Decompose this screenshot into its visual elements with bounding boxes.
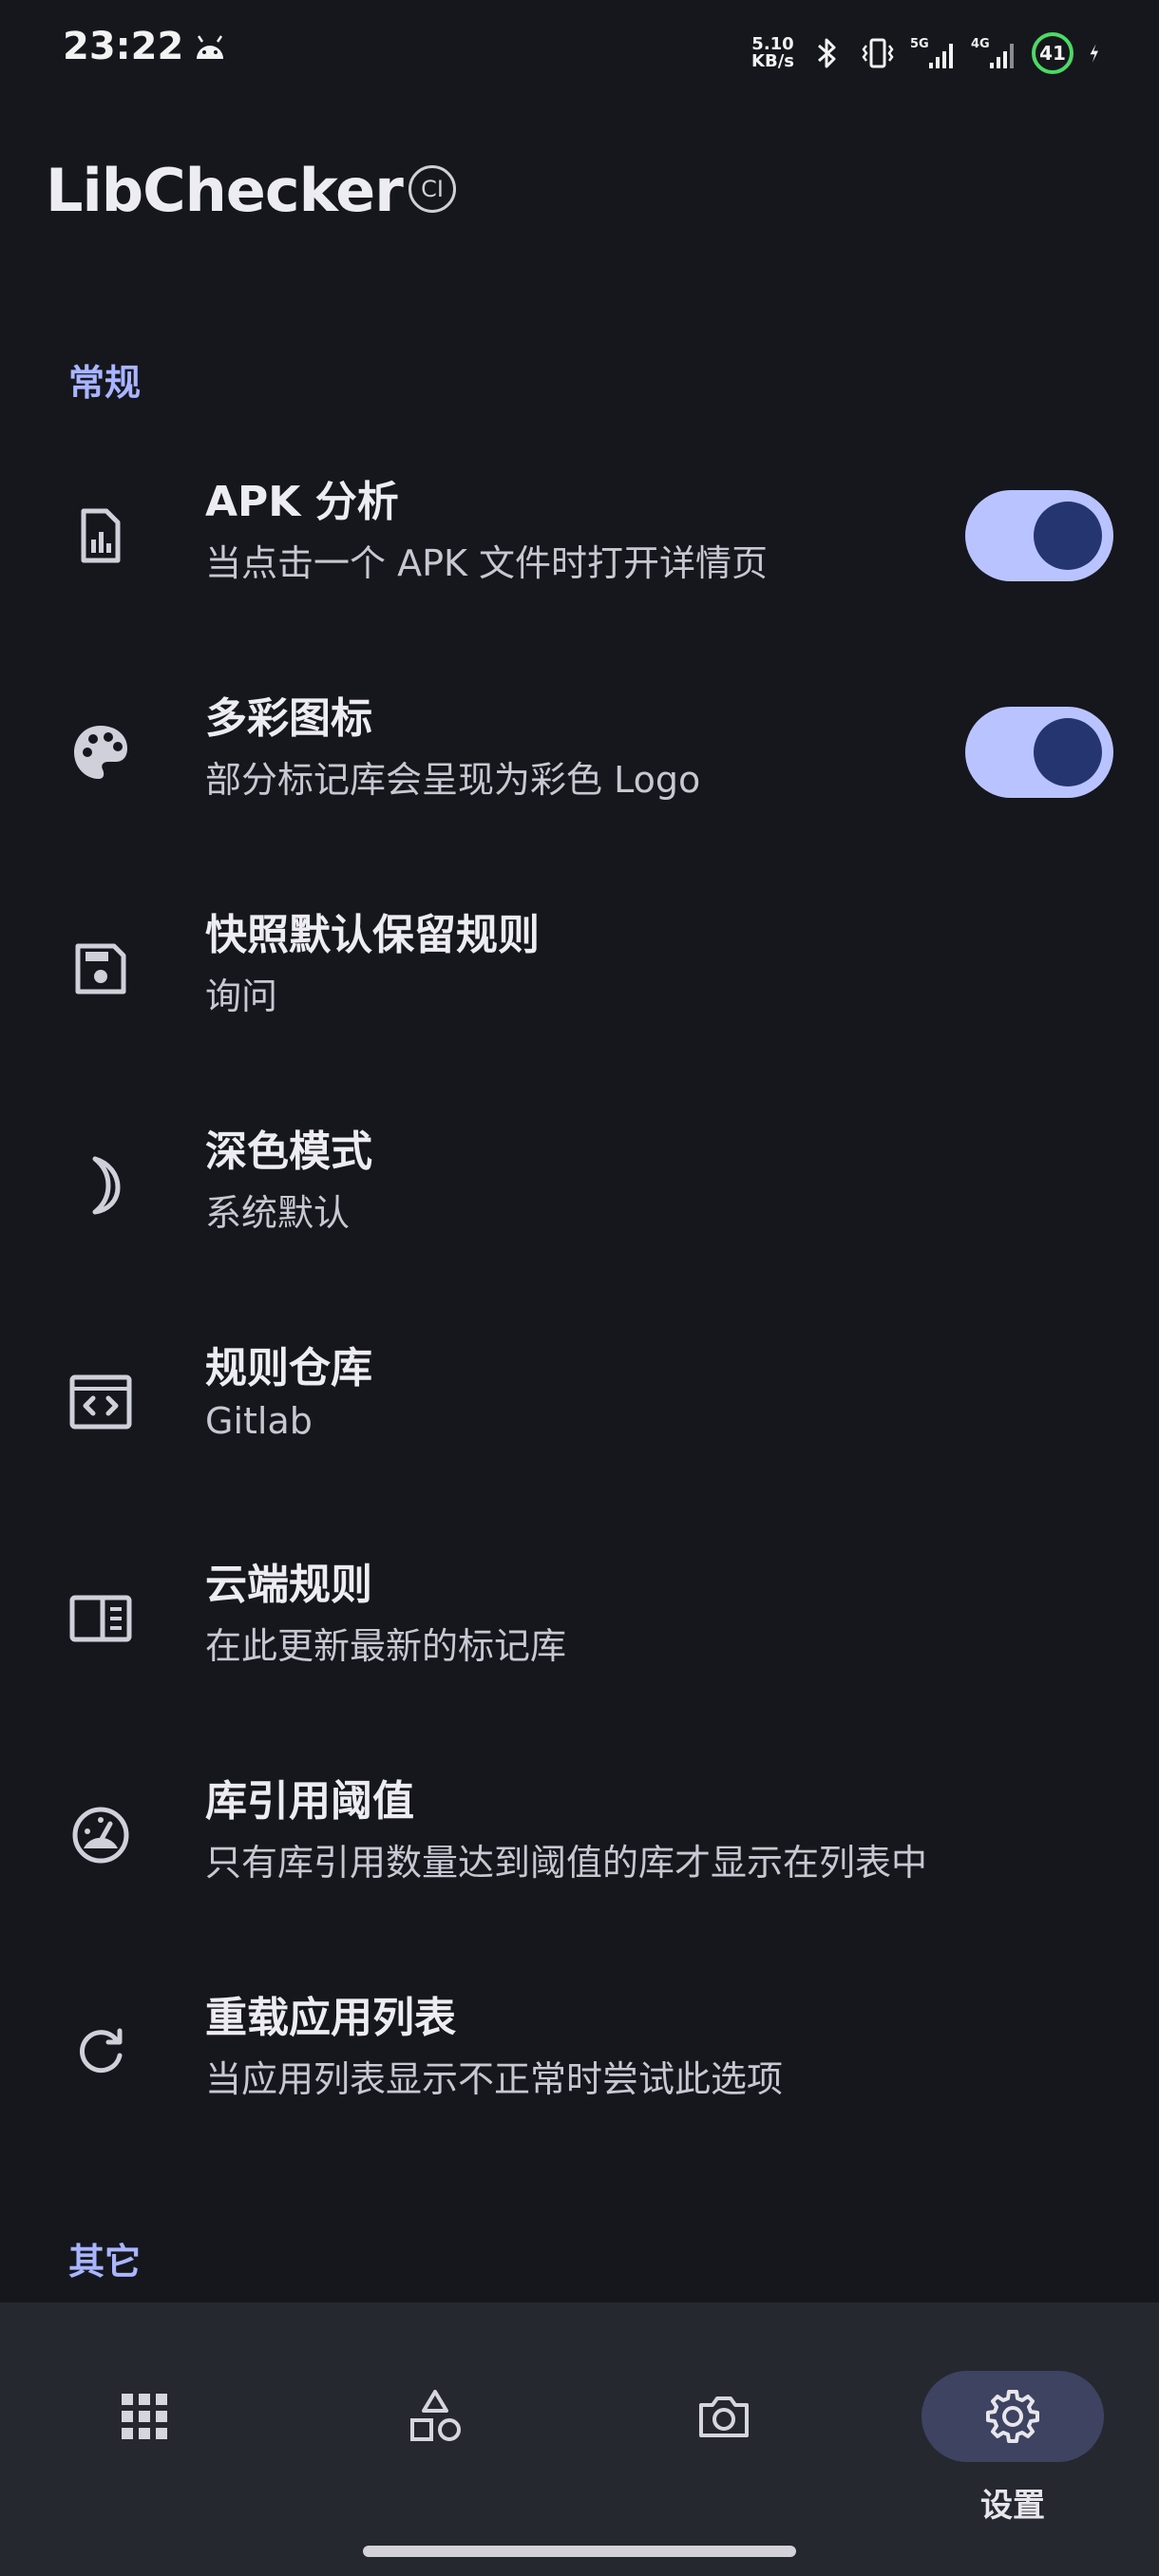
setting-apk-analytics[interactable]: APK 分析 当点击一个 APK 文件时打开详情页: [0, 427, 1159, 644]
setting-rules-repository[interactable]: 规则仓库 Gitlab: [0, 1294, 1159, 1510]
setting-title: 多彩图标: [205, 694, 372, 743]
setting-title: 重载应用列表: [205, 1994, 456, 2042]
nav-item-snapshot[interactable]: [633, 2337, 815, 2527]
setting-summary: 系统默认: [205, 1192, 351, 1234]
app-title: LibChecker: [46, 156, 404, 225]
setting-summary: 部分标记库会呈现为彩色 Logo: [205, 759, 701, 801]
setting-cloud-rules[interactable]: 云端规则 在此更新最新的标记库: [0, 1510, 1159, 1727]
android-icon: [197, 35, 223, 59]
setting-summary: 只有库引用数量达到阈值的库才显示在列表中: [205, 1842, 928, 1884]
setting-title: APK 分析: [205, 478, 399, 526]
svg-text:5G: 5G: [910, 37, 929, 51]
setting-reload-apps[interactable]: 重载应用列表 当应用列表显示不正常时尝试此选项: [0, 1943, 1159, 2160]
shapes-icon: [407, 2388, 464, 2445]
setting-title: 深色模式: [205, 1127, 372, 1176]
setting-snapshot-keep-rule[interactable]: 快照默认保留规则 询问: [0, 861, 1159, 1077]
vibrate-icon: [862, 38, 894, 68]
bottom-navigation: 设置: [0, 2302, 1159, 2576]
setting-summary: 当应用列表显示不正常时尝试此选项: [205, 2058, 784, 2100]
moon-icon: [63, 1147, 139, 1223]
setting-colorful-icon[interactable]: 多彩图标 部分标记库会呈现为彩色 Logo: [0, 644, 1159, 861]
nav-item-statistics[interactable]: [344, 2337, 526, 2527]
toggle-knob: [1034, 502, 1102, 570]
setting-title: 云端规则: [205, 1561, 372, 1609]
apk-analytics-toggle[interactable]: [965, 490, 1113, 581]
section-header-general: 常规: [68, 362, 142, 404]
setting-title: 库引用阈值: [205, 1777, 414, 1826]
signal-4g-icon: 4G: [971, 37, 1014, 68]
setting-library-reference-threshold[interactable]: 库引用阈值 只有库引用数量达到阈值的库才显示在列表中: [0, 1727, 1159, 1943]
bluetooth-icon: [818, 38, 836, 68]
save-icon: [63, 931, 139, 1007]
network-speed: 5.10 KB/s: [751, 34, 794, 71]
palette-icon: [63, 714, 139, 790]
nav-item-settings[interactable]: 设置: [922, 2337, 1104, 2527]
setting-summary: Gitlab: [205, 1400, 313, 1442]
status-bar: 23:22 5.10 KB/s 5G 4G 41: [0, 0, 1159, 104]
status-time: 23:22: [63, 25, 184, 68]
setting-summary: 询问: [205, 975, 278, 1017]
signal-5g-icon: 5G: [910, 37, 953, 68]
colorful-icon-toggle[interactable]: [965, 707, 1113, 798]
charging-icon: [1090, 44, 1098, 63]
home-indicator[interactable]: [363, 2546, 796, 2557]
section-header-other: 其它: [68, 2241, 142, 2282]
file-chart-icon: [63, 498, 139, 574]
nav-item-apps[interactable]: [53, 2337, 236, 2527]
setting-dark-mode[interactable]: 深色模式 系统默认: [0, 1077, 1159, 1294]
battery-indicator: 41: [1032, 32, 1074, 74]
nav-label-settings: 设置: [980, 2487, 1045, 2525]
code-window-icon: [63, 1364, 139, 1440]
setting-summary: 当点击一个 APK 文件时打开详情页: [205, 542, 768, 584]
status-indicators: 5.10 KB/s 5G 4G 41: [751, 27, 1110, 80]
camera-icon: [695, 2388, 752, 2445]
setting-summary: 在此更新最新的标记库: [205, 1625, 567, 1667]
refresh-icon: [63, 2014, 139, 2090]
ci-badge: CI: [408, 165, 456, 213]
apps-grid-icon: [116, 2388, 173, 2445]
gear-icon: [984, 2388, 1041, 2445]
toggle-knob: [1034, 718, 1102, 786]
setting-title: 规则仓库: [205, 1344, 372, 1392]
sidebar-panel-icon: [63, 1581, 139, 1657]
svg-text:4G: 4G: [971, 37, 990, 51]
setting-title: 快照默认保留规则: [205, 911, 540, 959]
speedometer-icon: [63, 1797, 139, 1873]
